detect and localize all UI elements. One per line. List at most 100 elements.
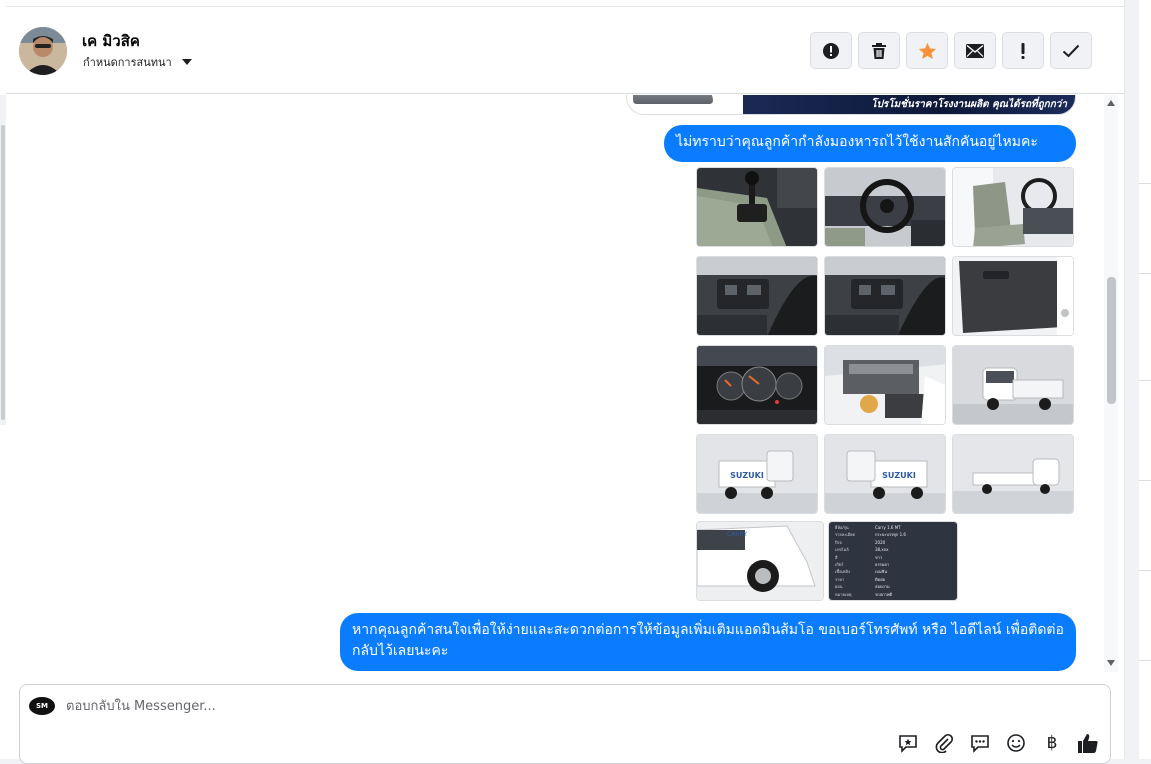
composer-tools: ฿ bbox=[896, 731, 1100, 755]
message-bubble[interactable]: หากคุณลูกค้าสนใจเพื่อให้ง่ายและสะดวกต่อก… bbox=[340, 613, 1076, 671]
follow-up-button[interactable] bbox=[1002, 32, 1044, 69]
conversation-header: เค มิวสิค กำหนดการสนทนา bbox=[6, 6, 1124, 94]
saved-reply-button[interactable] bbox=[896, 731, 920, 755]
spec-key: รายละเอียด bbox=[835, 532, 856, 538]
thread-scrollbar[interactable] bbox=[1104, 95, 1118, 672]
scroll-thumb[interactable] bbox=[1107, 277, 1116, 404]
photo-truck-rear-left[interactable]: SUZUKI bbox=[696, 434, 818, 514]
assign-conversation-dropdown[interactable]: กำหนดการสนทนา bbox=[83, 53, 192, 71]
photo-truck-side[interactable] bbox=[952, 434, 1074, 514]
page-scroll-track[interactable] bbox=[1125, 0, 1139, 759]
report-button[interactable] bbox=[810, 32, 852, 69]
divider bbox=[1139, 273, 1151, 274]
photo-engine-bay[interactable] bbox=[824, 345, 946, 425]
emoji-icon bbox=[1007, 734, 1025, 752]
conversation-toolbar bbox=[810, 32, 1092, 69]
star-icon bbox=[918, 42, 936, 59]
photo-gauge-cluster[interactable] bbox=[696, 345, 818, 425]
trash-icon bbox=[872, 42, 886, 59]
photo-truck-rear-right[interactable]: SUZUKI bbox=[824, 434, 946, 514]
spec-key: เลขไมล์ bbox=[835, 547, 849, 553]
spec-row: ยี่ห้อ/รุ่น Carry 1.6 MT bbox=[835, 524, 953, 531]
reply-composer: SM ฿ bbox=[19, 684, 1111, 764]
photo-driver-seat[interactable] bbox=[952, 167, 1074, 247]
spec-row: เกียร์ ธรรมดา bbox=[835, 561, 953, 568]
divider bbox=[1139, 183, 1151, 184]
star-button[interactable] bbox=[906, 32, 948, 69]
photo-steering-wheel[interactable] bbox=[824, 167, 946, 247]
spec-value: รถสภาพดี bbox=[875, 591, 893, 597]
spec-row: เชื้อเพลิง เบนซิน bbox=[835, 568, 953, 575]
card-caption: โปรโมชั่นราคาโรงงานผลิต คุณได้รถที่ถูกกว… bbox=[871, 99, 1067, 110]
chat-icon bbox=[971, 735, 989, 753]
envelope-icon bbox=[966, 43, 984, 58]
spec-row: ราคา ติดต่อ bbox=[835, 576, 953, 583]
delete-button[interactable] bbox=[858, 32, 900, 69]
page-avatar: SM bbox=[29, 697, 55, 715]
payment-button[interactable]: ฿ bbox=[1040, 731, 1064, 755]
spec-key: ปีรถ bbox=[835, 539, 843, 545]
photo-dashboard-left[interactable] bbox=[696, 256, 818, 336]
like-button[interactable] bbox=[1076, 731, 1100, 755]
done-button[interactable] bbox=[1050, 32, 1092, 69]
check-icon bbox=[1062, 44, 1080, 57]
spec-value: เบนซิน bbox=[875, 569, 888, 575]
baht-icon: ฿ bbox=[1046, 733, 1058, 753]
spec-key: ผ่อน bbox=[835, 584, 843, 590]
left-scroll-thumb[interactable] bbox=[1, 125, 5, 420]
spec-value: 2020 bbox=[875, 539, 886, 545]
card-car-image bbox=[633, 95, 713, 104]
scroll-up-arrow[interactable] bbox=[1107, 100, 1115, 106]
spec-value: ติดต่อ bbox=[875, 576, 886, 582]
scroll-down-arrow[interactable] bbox=[1107, 660, 1115, 666]
spec-row: ปีรถ 2020 bbox=[835, 539, 953, 546]
spec-sheet-list: ยี่ห้อ/รุ่น Carry 1.6 MT รายละเอียด กระบะบร… bbox=[835, 524, 953, 598]
photo-gear-shift[interactable] bbox=[696, 167, 818, 247]
attach-icon bbox=[935, 733, 954, 753]
previous-image-card[interactable]: โปรโมชั่นราคาโรงงานผลิต คุณได้รถที่ถูกกว… bbox=[626, 95, 1076, 115]
assign-label: กำหนดการสนทนา bbox=[83, 56, 172, 69]
spec-key: เกียร์ bbox=[835, 562, 844, 568]
photo-brand-label: SUZUKI bbox=[730, 471, 764, 480]
contact-name: เค มิวสิค bbox=[82, 32, 140, 50]
photo-decal: CARRY bbox=[727, 531, 747, 538]
messenger-inbox: เค มิวสิค กำหนดการสนทนา โปรโมชั่นราคาโรง… bbox=[0, 0, 1151, 764]
spec-value: สอบถาม bbox=[875, 584, 890, 590]
attach-button[interactable] bbox=[932, 731, 956, 755]
report-icon bbox=[823, 42, 839, 59]
thumbs-up-icon bbox=[1078, 734, 1098, 753]
spec-row: ผ่อน สอบถาม bbox=[835, 583, 953, 590]
contact-avatar[interactable] bbox=[19, 27, 67, 75]
photo-spec-sheet[interactable]: ยี่ห้อ/รุ่น Carry 1.6 MT รายละเอียด กระบะบร… bbox=[828, 521, 958, 601]
caret-down-icon bbox=[181, 59, 192, 65]
divider bbox=[1139, 660, 1151, 661]
chat-button[interactable] bbox=[968, 731, 992, 755]
photo-brand-label: SUZUKI bbox=[882, 471, 916, 480]
photo-dashboard-right[interactable] bbox=[824, 256, 946, 336]
spec-row: เลขไมล์ 38,xxx bbox=[835, 546, 953, 553]
divider bbox=[1139, 570, 1151, 571]
saved-reply-icon bbox=[899, 735, 917, 753]
reply-input[interactable] bbox=[66, 695, 966, 717]
exclamation-icon bbox=[1021, 42, 1025, 59]
spec-key: หมายเหตุ bbox=[835, 591, 852, 597]
right-panel-edge bbox=[1124, 0, 1151, 759]
spec-value: ธรรมดา bbox=[875, 562, 890, 568]
spec-value: 38,xxx bbox=[875, 547, 889, 553]
message-thread: โปรโมชั่นราคาโรงงานผลิต คุณได้รถที่ถูกกว… bbox=[6, 95, 1124, 672]
emoji-button[interactable] bbox=[1004, 731, 1028, 755]
spec-value: Carry 1.6 MT bbox=[875, 525, 901, 530]
divider bbox=[1139, 480, 1151, 481]
spec-key: ราคา bbox=[835, 576, 845, 582]
photo-truck-closeup[interactable]: CARRY bbox=[696, 521, 824, 601]
spec-value: ขาว bbox=[875, 554, 883, 560]
spec-value: กระบะบรรทุก 1.6 bbox=[875, 532, 906, 538]
photo-door-panel[interactable] bbox=[952, 256, 1074, 336]
spec-row: รายละเอียด กระบะบรรทุก 1.6 bbox=[835, 531, 953, 538]
spec-key: ยี่ห้อ/รุ่น bbox=[835, 525, 849, 530]
spec-row: หมายเหตุ รถสภาพดี bbox=[835, 591, 953, 598]
photo-truck-front[interactable] bbox=[952, 345, 1074, 425]
spec-key: เชื้อเพลิง bbox=[835, 569, 850, 575]
mark-unread-button[interactable] bbox=[954, 32, 996, 69]
message-bubble[interactable]: ไม่ทราบว่าคุณลูกค้ากำลังมองหารถไว้ใช้งาน… bbox=[664, 125, 1076, 162]
